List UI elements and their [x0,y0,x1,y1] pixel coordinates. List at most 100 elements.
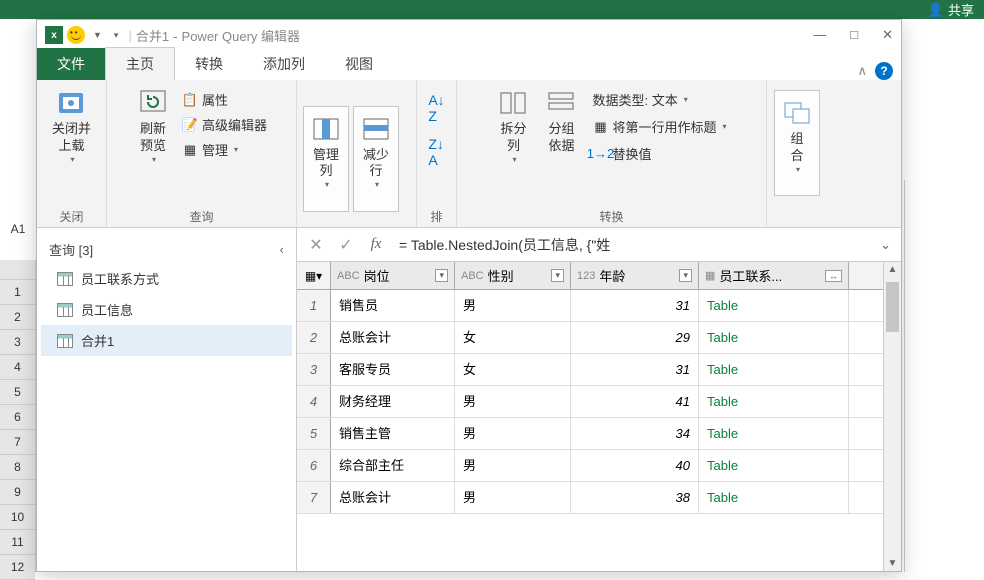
cell-position[interactable]: 销售员 [331,290,455,321]
properties-button[interactable]: 📋属性 [178,88,271,111]
collapse-sidebar-icon[interactable]: ‹ [280,242,284,257]
qat-dropdown-icon[interactable]: ▾ [114,30,119,41]
column-header-position[interactable]: ABC 岗位 ▾ [331,262,455,289]
excel-row-header[interactable]: 6 [0,405,35,430]
manage-columns-button[interactable]: 管理 列 ▾ [303,106,349,212]
reduce-rows-button[interactable]: 减少 行 ▾ [353,106,399,212]
cancel-formula-button[interactable]: ✕ [301,231,331,259]
cell-table-link[interactable]: Table [699,418,849,449]
excel-row-header[interactable]: 10 [0,505,35,530]
cell-age[interactable]: 38 [571,482,699,513]
excel-row-header[interactable]: 9 [0,480,35,505]
tab-transform[interactable]: 转换 [175,48,243,80]
replace-values-button[interactable]: 1→2替换值 [588,142,730,165]
tab-file[interactable]: 文件 [37,48,105,80]
cell-table-link[interactable]: Table [699,482,849,513]
fx-icon[interactable]: fx [361,231,391,259]
refresh-preview-button[interactable]: 刷新 预览 ▾ [132,84,174,167]
cell-age[interactable]: 34 [571,418,699,449]
excel-row-header[interactable]: 2 [0,305,35,330]
scroll-up-icon[interactable]: ▲ [884,264,901,275]
scroll-down-icon[interactable]: ▼ [884,558,901,569]
qat-dropdown-icon[interactable]: ▼ [93,30,102,40]
cell-gender[interactable]: 男 [455,386,571,417]
sort-asc-button[interactable]: A↓Z [424,90,448,126]
close-button[interactable]: ✕ [882,27,893,43]
name-box[interactable]: A1 [0,218,36,240]
cell-position[interactable]: 总账会计 [331,482,455,513]
table-row[interactable]: 3客服专员女31Table [297,354,883,386]
table-row[interactable]: 2总账会计女29Table [297,322,883,354]
cell-gender[interactable]: 男 [455,290,571,321]
tab-addcolumn[interactable]: 添加列 [243,48,325,80]
cell-age[interactable]: 31 [571,354,699,385]
filter-icon[interactable]: ▾ [679,269,692,282]
cell-gender[interactable]: 男 [455,482,571,513]
excel-row-header[interactable]: 1 [0,280,35,305]
tab-view[interactable]: 视图 [325,48,393,80]
formula-text[interactable]: = Table.NestedJoin(员工信息, {"姓 [391,235,874,255]
split-icon [497,87,529,119]
split-column-button[interactable]: 拆分 列 ▾ [492,84,534,167]
column-header-contact[interactable]: ▦ 员工联系... ↔ [699,262,849,289]
help-button[interactable]: ? [875,62,893,80]
excel-row-header[interactable]: 7 [0,430,35,455]
filter-icon[interactable]: ▾ [551,269,564,282]
table-row[interactable]: 6综合部主任男40Table [297,450,883,482]
advanced-editor-button[interactable]: 📝高级编辑器 [178,113,271,136]
accept-formula-button[interactable]: ✓ [331,231,361,259]
excel-row-header[interactable]: 12 [0,555,35,580]
cell-position[interactable]: 销售主管 [331,418,455,449]
group-by-button[interactable]: 分组 依据 [540,84,582,167]
cell-gender[interactable]: 女 [455,354,571,385]
cell-age[interactable]: 29 [571,322,699,353]
table-row[interactable]: 4财务经理男41Table [297,386,883,418]
cell-table-link[interactable]: Table [699,354,849,385]
cell-table-link[interactable]: Table [699,322,849,353]
collapse-ribbon-icon[interactable]: ∧ [857,63,867,79]
query-item[interactable]: 员工信息 [41,294,292,325]
cell-position[interactable]: 综合部主任 [331,450,455,481]
cell-age[interactable]: 31 [571,290,699,321]
share-button[interactable]: 👤 共享 [928,0,974,19]
cell-table-link[interactable]: Table [699,386,849,417]
cell-gender[interactable]: 女 [455,322,571,353]
table-icon [57,334,73,348]
excel-row-header[interactable]: 4 [0,355,35,380]
minimize-button[interactable]: — [813,27,826,43]
cell-position[interactable]: 总账会计 [331,322,455,353]
sort-desc-button[interactable]: Z↓A [424,134,448,170]
cell-position[interactable]: 财务经理 [331,386,455,417]
excel-row-header[interactable]: 3 [0,330,35,355]
close-load-button[interactable]: 关闭并 上载 ▾ [47,84,96,167]
query-item[interactable]: 合并1 [41,325,292,356]
cell-table-link[interactable]: Table [699,450,849,481]
query-item[interactable]: 员工联系方式 [41,263,292,294]
cell-age[interactable]: 41 [571,386,699,417]
column-header-gender[interactable]: ABC 性别 ▾ [455,262,571,289]
cell-gender[interactable]: 男 [455,450,571,481]
combine-button[interactable]: 组 合 ▾ [774,90,820,196]
cell-age[interactable]: 40 [571,450,699,481]
tab-home[interactable]: 主页 [105,47,175,80]
table-row[interactable]: 7总账会计男38Table [297,482,883,514]
table-row[interactable]: 1销售员男31Table [297,290,883,322]
expand-icon[interactable]: ↔ [825,270,842,282]
vertical-scrollbar[interactable]: ▲ ▼ [883,262,901,571]
datatype-button[interactable]: 数据类型: 文本▾ [588,88,730,111]
select-all-corner[interactable]: ▦▾ [297,262,331,289]
excel-row-header[interactable]: 5 [0,380,35,405]
maximize-button[interactable]: □ [850,27,858,43]
excel-row-header[interactable]: 8 [0,455,35,480]
manage-button[interactable]: ▦管理▾ [178,138,271,161]
excel-row-header[interactable]: 11 [0,530,35,555]
scroll-thumb[interactable] [886,282,899,332]
expand-formula-icon[interactable]: ⌄ [874,237,897,253]
cell-position[interactable]: 客服专员 [331,354,455,385]
cell-table-link[interactable]: Table [699,290,849,321]
first-row-header-button[interactable]: ▦将第一行用作标题▾ [588,115,730,138]
filter-icon[interactable]: ▾ [435,269,448,282]
table-row[interactable]: 5销售主管男34Table [297,418,883,450]
cell-gender[interactable]: 男 [455,418,571,449]
column-header-age[interactable]: 123 年龄 ▾ [571,262,699,289]
